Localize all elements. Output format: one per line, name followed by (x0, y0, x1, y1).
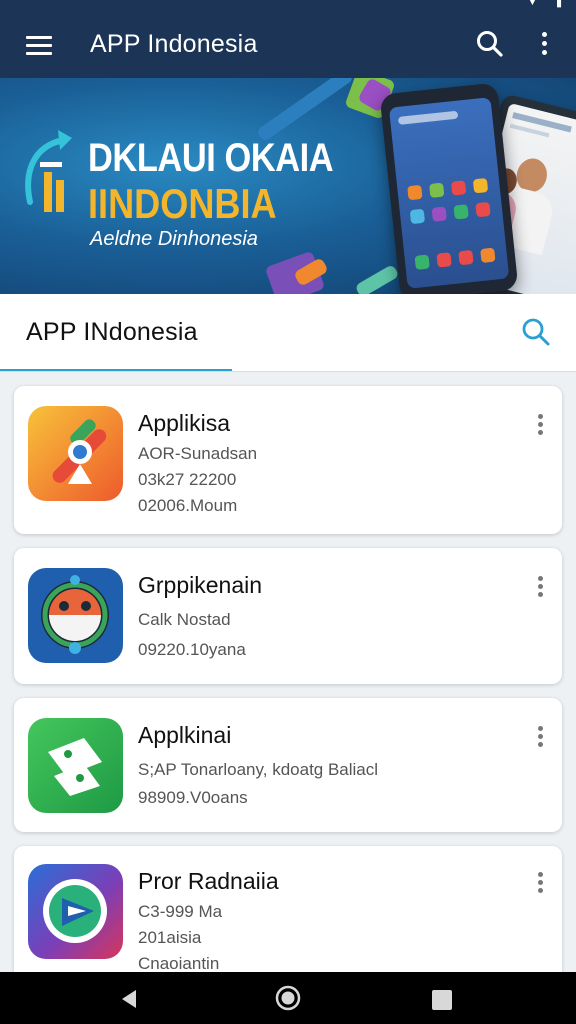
app-detail: 201aisia (138, 928, 202, 947)
more-vert-icon[interactable] (530, 412, 552, 440)
more-vert-icon[interactable] (530, 28, 560, 60)
app-title: Pror Radnaiia (138, 868, 279, 894)
app-detail: 98909.V0oans (138, 788, 248, 807)
status-bar: ▼ ▮ (0, 0, 576, 10)
app-icon (28, 406, 123, 501)
brand-logo-icon (25, 130, 72, 212)
more-vert-icon[interactable] (530, 870, 552, 898)
app-detail: AOR-Sunadsan (138, 444, 258, 463)
app-list-item[interactable]: Applkinai S;AP Tonarloany, kdoatg Baliac… (14, 698, 562, 832)
system-nav-bar (0, 972, 576, 1024)
app-detail: S;AP Tonarloany, kdoatg Baliacl (138, 760, 379, 779)
banner-headline: DKLAUI OKAIA (88, 136, 334, 180)
section-header: APP INdonesia (0, 294, 576, 372)
app-list-item[interactable]: Grppikenain Calk Nostad 09220.10yana (14, 548, 562, 684)
app-detail: Cnaoiantin (138, 954, 220, 973)
search-icon[interactable] (474, 28, 506, 60)
app-title: Applkinai (138, 722, 232, 748)
banner-headline-secondary: IINDONBIA (88, 180, 277, 227)
section-title: APP INdonesia (26, 318, 198, 346)
back-icon[interactable] (118, 988, 140, 1010)
app-title: Applikisa (138, 410, 231, 436)
app-bar: APP Indonesia (0, 10, 576, 78)
more-vert-icon[interactable] (530, 574, 552, 602)
more-vert-icon[interactable] (530, 724, 552, 752)
app-list-item[interactable]: Applikisa AOR-Sunadsan 03k27 22200 02006… (14, 386, 562, 534)
app-icon (28, 718, 123, 813)
search-icon[interactable] (518, 314, 554, 350)
recents-icon[interactable] (432, 990, 452, 1010)
signal-icon: ▼ (527, 0, 538, 8)
home-icon[interactable] (275, 985, 301, 1011)
battery-icon: ▮ (555, 0, 562, 9)
app-detail: C3-999 Ma (138, 902, 223, 921)
app-icon (28, 568, 123, 663)
banner-subtitle: Aeldne Dinhonesia (90, 228, 258, 250)
app-detail: 02006.Moum (138, 496, 238, 515)
app-detail: 09220.10yana (138, 640, 246, 659)
promo-banner[interactable]: DKLAUI OKAIA IINDONBIA Aeldne Dinhonesia (0, 78, 576, 294)
app-title: Grppikenain (138, 572, 263, 598)
menu-icon[interactable] (22, 32, 56, 58)
app-icon (28, 864, 123, 959)
phone-illustration (379, 82, 519, 294)
app-detail: 03k27 22200 (138, 470, 237, 489)
app-bar-title: APP Indonesia (90, 30, 258, 58)
app-detail: Calk Nostad (138, 610, 231, 629)
